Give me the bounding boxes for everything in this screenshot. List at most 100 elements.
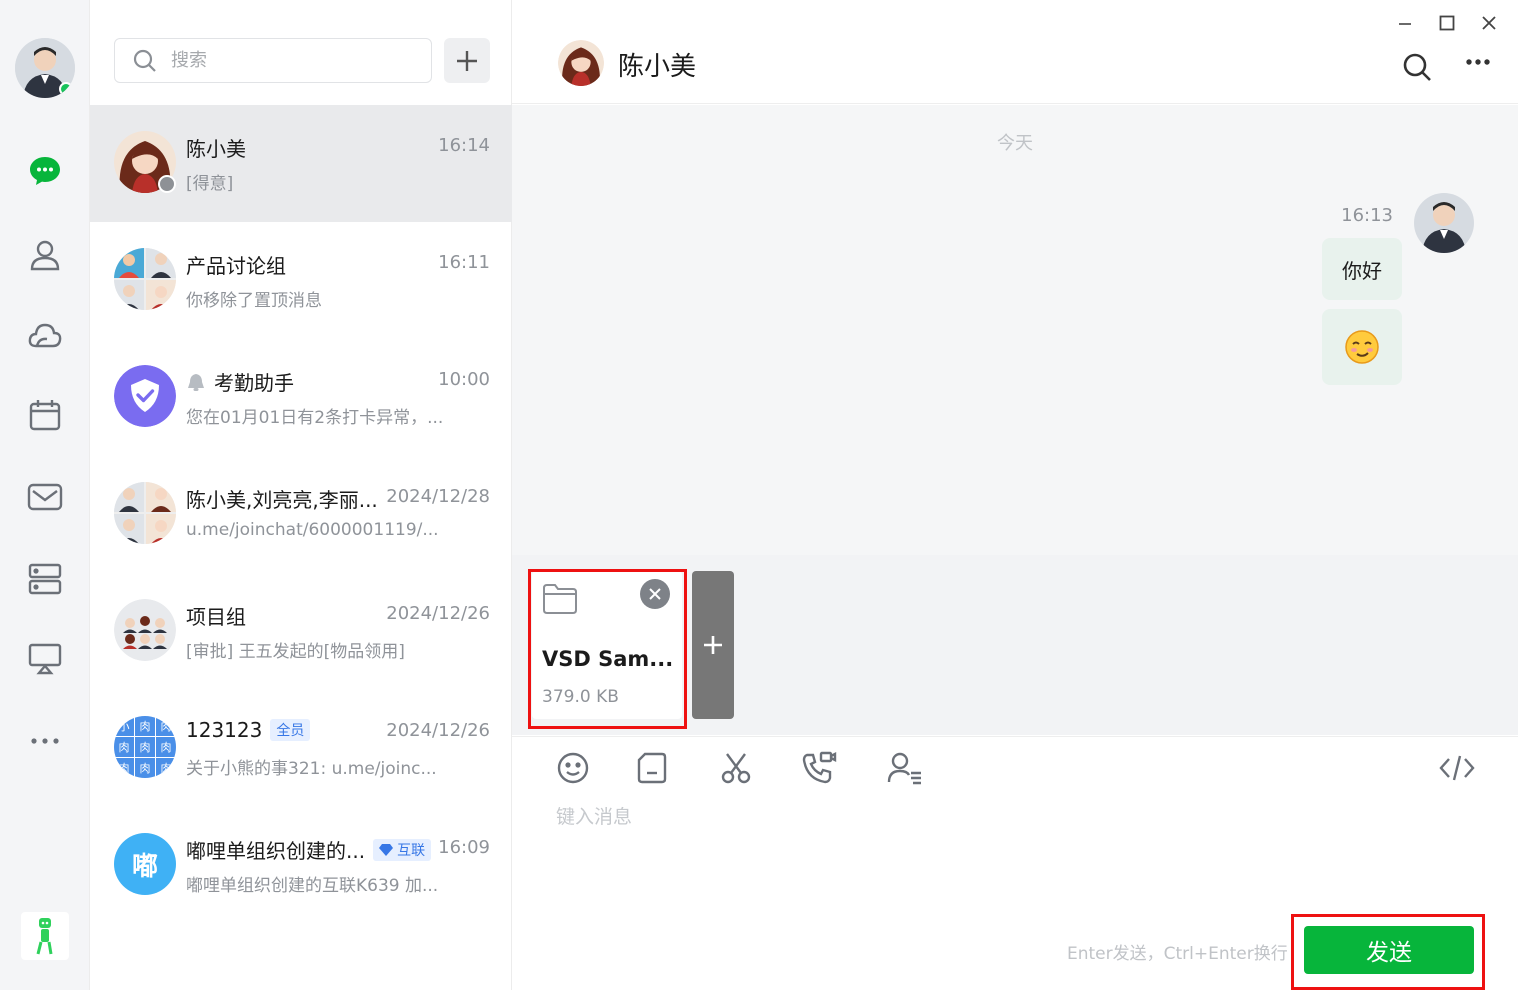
call-button[interactable] [798,747,840,789]
phone-video-icon [802,751,837,784]
emoji-message-bubble[interactable] [1322,309,1402,385]
interconnect-tag: 互联 [373,838,432,861]
scissors-icon [721,753,751,784]
storage-icon [28,563,62,595]
conversation-name: 陈小美,刘亮亮,李丽... [186,488,378,512]
conversation-preview: 关于小熊的事321: u.me/joinc... [186,759,437,779]
minimize-icon [1399,23,1411,25]
highlight-box [1291,914,1485,990]
conversation-preview: [审批] 王五发起的[物品领用] [186,642,405,662]
shield-check-icon [114,365,176,427]
plus-icon [704,636,722,654]
all-members-tag: 全员 [270,719,311,741]
conversation-time: 2024/12/26 [386,603,490,624]
my-message-avatar[interactable] [1414,193,1474,253]
screenshot-button[interactable] [715,747,757,789]
group-avatar [114,482,176,544]
attachment-tray: VSD Sam... 379.0 KB [512,555,1518,735]
file-button[interactable] [631,747,673,789]
cloud-icon [28,323,62,348]
nav-more[interactable] [22,718,68,764]
minimize-button[interactable] [1394,12,1416,34]
search-box[interactable] [114,38,432,83]
conversation-item[interactable]: 小 肉 肉 肉 肉 肉 肉 肉 肉 123123 全员 2024/12/26 关… [90,690,512,807]
nav-contacts[interactable] [22,232,68,278]
conversation-name: 陈小美 [186,137,246,161]
conversation-item[interactable]: 陈小美,刘亮亮,李丽... 2024/12/28 u.me/joinchat/6… [90,456,512,573]
mini-app-launcher[interactable] [21,912,69,960]
conversation-preview: 您在01月01日有2条打卡异常，... [186,408,444,428]
messages-icon [30,157,60,185]
message-input[interactable] [556,802,1456,902]
message-time: 16:13 [1341,205,1393,226]
close-icon [1482,16,1496,30]
conversation-name: 嘟哩单组织创建的... 互联 [186,835,432,864]
file-icon [637,752,667,784]
nav-storage[interactable] [22,556,68,602]
conversation-item[interactable]: 项目组 2024/12/26 [审批] 王五发起的[物品领用] [90,573,512,690]
conversation-preview: 嘟哩单组织创建的互联K639 加... [186,876,439,896]
user-list-icon [887,752,921,785]
chat-title: 陈小美 [618,52,697,82]
chat-panel: 陈小美 今天 16:13 你好 VSD Sam... 379.0 KB 键入消息… [512,0,1518,990]
chat-more-button[interactable] [1464,52,1494,72]
conversation-avatar: 嘟 [114,833,176,895]
conversation-avatar [114,131,176,193]
text-tile-avatar: 小 肉 肉 肉 肉 肉 肉 肉 肉 [114,716,176,778]
mail-icon [27,483,63,511]
nav-messages[interactable] [22,148,68,194]
maximize-button[interactable] [1436,12,1458,34]
group-avatar-icon [114,482,176,544]
conversation-time: 16:09 [438,837,490,858]
group-avatar [114,248,176,310]
calendar-icon [29,400,61,431]
code-button[interactable] [1436,747,1478,789]
nav-calendar[interactable] [22,392,68,438]
send-shortcut-hint: Enter发送，Ctrl+Enter换行 [1067,944,1288,964]
message-bubble[interactable]: 你好 [1322,238,1402,300]
smug-emoji-icon [1345,330,1379,364]
conversation-item[interactable]: 考勤助手 10:00 您在01月01日有2条打卡异常，... [90,339,512,456]
conversation-item[interactable]: 产品讨论组 16:11 你移除了置顶消息 [90,222,512,339]
screen-share-icon [28,643,62,675]
avatar-letter: 嘟 [131,851,158,882]
search-input[interactable] [171,50,411,71]
chat-search-button[interactable] [1402,52,1432,82]
more-icon [31,738,59,744]
mute-bell-icon [188,373,204,391]
conversation-name: 产品讨论组 [186,254,286,278]
conversation-item[interactable]: 陈小美 16:14 [得意] [90,105,512,222]
conversation-preview: 你移除了置顶消息 [186,291,322,311]
maximize-icon [1439,15,1455,31]
conversation-time: 10:00 [438,369,490,390]
message-list: 今天 16:13 你好 [512,105,1518,555]
conversation-time: 2024/12/26 [386,720,490,741]
chat-header: 陈小美 [512,0,1518,104]
online-status-dot [59,82,73,96]
nav-screen-share[interactable] [22,636,68,682]
girl-avatar-icon [558,40,604,86]
emoji-icon [557,752,589,784]
plus-icon [457,50,477,71]
person-avatar-icon [1414,193,1474,253]
highlight-box [528,569,687,729]
nav-cloud[interactable] [22,312,68,358]
conversation-preview: [得意] [186,174,234,194]
create-button[interactable] [444,38,490,83]
add-attachment-button[interactable] [692,571,734,719]
conversation-list: 陈小美 16:14 [得意] 产品讨论组 16:11 你移除了置顶消息 [90,0,512,990]
more-icon [1466,59,1490,65]
left-rail [0,0,90,990]
conversation-preview: u.me/joinchat/6000001119/... [186,520,439,540]
nav-mail[interactable] [22,474,68,520]
conversation-name: 考勤助手 [186,367,294,396]
add-member-button[interactable] [884,747,926,789]
emoji-button[interactable] [552,747,594,789]
conversation-item[interactable]: 嘟 嘟哩单组织创建的... 互联 16:09 嘟哩单组织创建的互联K639 加.… [90,807,512,924]
group-avatar-icon [114,599,176,661]
search-icon [133,49,156,72]
my-avatar[interactable] [15,38,75,98]
close-window-button[interactable] [1478,12,1500,34]
chat-avatar[interactable] [558,40,604,86]
offline-status-dot [158,175,176,193]
